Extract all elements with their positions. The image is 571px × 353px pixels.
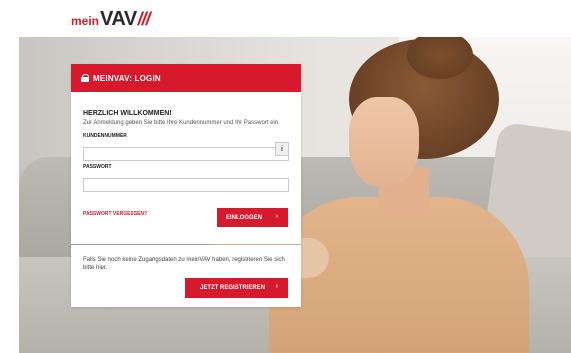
chevron-right-icon: › [275,213,278,220]
register-button[interactable]: JETZT REGISTRIEREN › [185,278,288,298]
logo-vav-text: VAV [100,8,137,30]
customer-number-wrap: i [83,142,289,161]
password-wrap [83,173,289,192]
login-button[interactable]: EINLOGGEN › [217,208,288,227]
lock-icon [81,74,89,82]
login-button-label: EINLOGGEN [226,214,263,221]
forgot-password-link[interactable]: PASSWORT VERGESSEN? [83,211,147,217]
password-input[interactable] [83,178,289,192]
password-label: PASSWORT [83,164,112,170]
chevron-right-icon: › [275,283,278,290]
customer-number-input[interactable] [83,147,289,161]
register-button-label: JETZT REGISTRIEREN [200,285,266,291]
welcome-title: HERZLICH WILLKOMMEN! [83,110,172,117]
welcome-text: Zur Anmeldung geben Sie bitte Ihre Kunde… [83,120,280,126]
info-icon[interactable]: i [275,142,289,156]
hero-person-face [349,97,419,187]
header: mein VAV /// [0,0,571,36]
meinvav-logo[interactable]: mein VAV /// [71,8,151,31]
customer-number-label: KUNDENNUMMER [83,133,127,139]
logo-mein-text: mein [71,14,100,28]
register-text: Falls Sie noch keine Zugangsdaten zu mei… [83,257,285,271]
login-card-header: MEINVAV: LOGIN [71,64,301,92]
login-title: MEINVAV: LOGIN [93,73,161,83]
logo-slashes: /// [137,9,151,29]
